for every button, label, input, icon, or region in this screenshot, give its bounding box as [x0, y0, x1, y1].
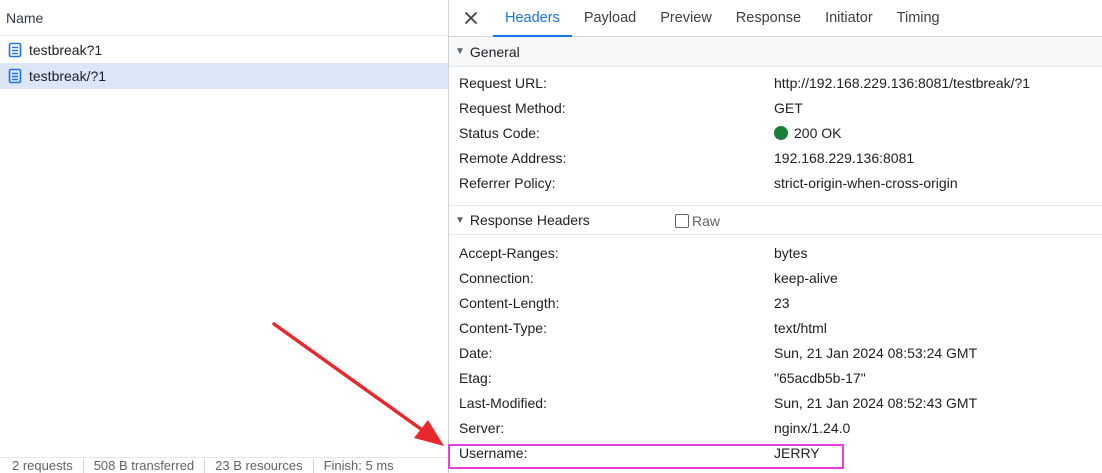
- header-row: Server: nginx/1.24.0: [449, 415, 1102, 440]
- request-list: testbreak?1 testbreak/?1: [0, 36, 448, 89]
- header-row: Last-Modified: Sun, 21 Jan 2024 08:52:43…: [449, 390, 1102, 415]
- tab-payload[interactable]: Payload: [572, 0, 648, 36]
- header-row: Referrer Policy: strict-origin-when-cros…: [449, 170, 1102, 195]
- header-value: text/html: [774, 319, 827, 336]
- header-value: nginx/1.24.0: [774, 419, 851, 436]
- header-value: "65acdb5b-17": [774, 369, 866, 386]
- general-rows: Request URL: http://192.168.229.136:8081…: [449, 67, 1102, 195]
- header-row: Accept-Ranges: bytes: [449, 240, 1102, 265]
- tab-label: Timing: [896, 10, 940, 26]
- document-icon: [8, 68, 22, 84]
- header-value: keep-alive: [774, 269, 838, 286]
- triangle-down-icon: ▼: [455, 214, 465, 226]
- header-key: Last-Modified:: [459, 394, 547, 411]
- finish-time: Finish: 5 ms: [323, 458, 394, 473]
- header-key: Request Method:: [459, 99, 566, 116]
- header-key: Content-Length:: [459, 294, 560, 311]
- header-key: Connection:: [459, 269, 534, 286]
- document-icon: [8, 42, 22, 58]
- header-value: bytes: [774, 244, 808, 261]
- header-key: Status Code:: [459, 124, 540, 141]
- general-section-header[interactable]: ▼ General: [449, 37, 1102, 67]
- transferred-size: 508 B transferred: [84, 459, 206, 473]
- status-ok-icon: [774, 125, 788, 140]
- triangle-down-icon: ▼: [455, 46, 465, 57]
- header-row: Etag: "65acdb5b-17": [449, 365, 1102, 390]
- devtools-network-panel: Name testbreak?1 testbreak/?1 2 requests…: [0, 0, 1102, 473]
- tab-label: Initiator: [825, 10, 873, 26]
- header-row: Content-Type: text/html: [449, 315, 1102, 340]
- header-row: Content-Length: 23: [449, 290, 1102, 315]
- tab-headers[interactable]: Headers: [493, 0, 572, 37]
- raw-label: Raw: [692, 213, 721, 229]
- header-row: Request Method: GET: [449, 95, 1102, 120]
- resources-size: 23 B resources: [205, 459, 314, 473]
- header-key: Date:: [459, 344, 493, 361]
- header-value: 23: [774, 294, 790, 311]
- raw-checkbox[interactable]: [675, 214, 689, 228]
- header-row: Remote Address: 192.168.229.136:8081: [449, 145, 1102, 170]
- close-details-button[interactable]: [449, 0, 493, 36]
- header-key: Etag:: [459, 369, 492, 386]
- header-key: Referrer Policy:: [459, 174, 556, 191]
- tab-label: Headers: [505, 10, 560, 26]
- tab-preview[interactable]: Preview: [648, 0, 724, 36]
- request-name: testbreak/?1: [29, 68, 107, 84]
- header-key: Username:: [459, 444, 528, 461]
- header-value: 192.168.229.136:8081: [774, 149, 915, 166]
- header-key: Request URL:: [459, 74, 547, 91]
- header-value: JERRY: [774, 444, 820, 461]
- tab-label: Payload: [583, 10, 637, 26]
- raw-toggle[interactable]: Raw: [675, 206, 720, 236]
- header-value: http://192.168.229.136:8081/testbreak/?1: [774, 74, 1031, 91]
- details-tabbar: Headers Payload Preview Response Initiat…: [449, 0, 1102, 37]
- close-icon: [464, 11, 478, 25]
- tab-response[interactable]: Response: [724, 0, 813, 36]
- tab-timing[interactable]: Timing: [885, 0, 952, 36]
- header-key: Remote Address:: [459, 149, 567, 166]
- response-headers-title: Response Headers: [469, 212, 590, 228]
- name-column-label: Name: [6, 9, 44, 26]
- request-details-pane: Headers Payload Preview Response Initiat…: [448, 0, 1102, 473]
- header-value: Sun, 21 Jan 2024 08:52:43 GMT: [774, 394, 978, 411]
- header-key: Server:: [459, 419, 505, 436]
- header-row-username: Username: JERRY: [449, 440, 1102, 465]
- network-summary-bar: 2 requests 508 B transferred 23 B resour…: [0, 457, 448, 473]
- header-value: Sun, 21 Jan 2024 08:53:24 GMT: [774, 344, 978, 361]
- requests-count: 2 requests: [0, 459, 84, 473]
- tab-label: Response: [735, 10, 802, 26]
- header-key: Accept-Ranges:: [459, 244, 559, 261]
- header-row: Connection: keep-alive: [449, 265, 1102, 290]
- tab-initiator[interactable]: Initiator: [813, 0, 885, 36]
- header-row: Request URL: http://192.168.229.136:8081…: [449, 70, 1102, 95]
- request-row[interactable]: testbreak?1: [0, 37, 448, 63]
- header-row: Status Code: 200 OK: [449, 120, 1102, 145]
- response-headers-section-header[interactable]: ▼ Response Headers Raw: [449, 205, 1102, 235]
- tab-label: Preview: [660, 10, 712, 26]
- header-key: Content-Type:: [459, 319, 547, 336]
- header-value: strict-origin-when-cross-origin: [774, 174, 958, 191]
- request-list-pane: Name testbreak?1 testbreak/?1 2 requests…: [0, 0, 448, 473]
- general-title: General: [469, 43, 520, 60]
- status-code-text: 200 OK: [794, 124, 842, 141]
- header-row: Date: Sun, 21 Jan 2024 08:53:24 GMT: [449, 340, 1102, 365]
- name-column-header[interactable]: Name: [0, 0, 448, 36]
- request-name: testbreak?1: [29, 42, 103, 58]
- header-value: GET: [774, 99, 803, 116]
- response-header-rows: Accept-Ranges: bytes Connection: keep-al…: [449, 235, 1102, 465]
- request-row-selected[interactable]: testbreak/?1: [0, 63, 448, 89]
- header-value: 200 OK: [774, 125, 841, 141]
